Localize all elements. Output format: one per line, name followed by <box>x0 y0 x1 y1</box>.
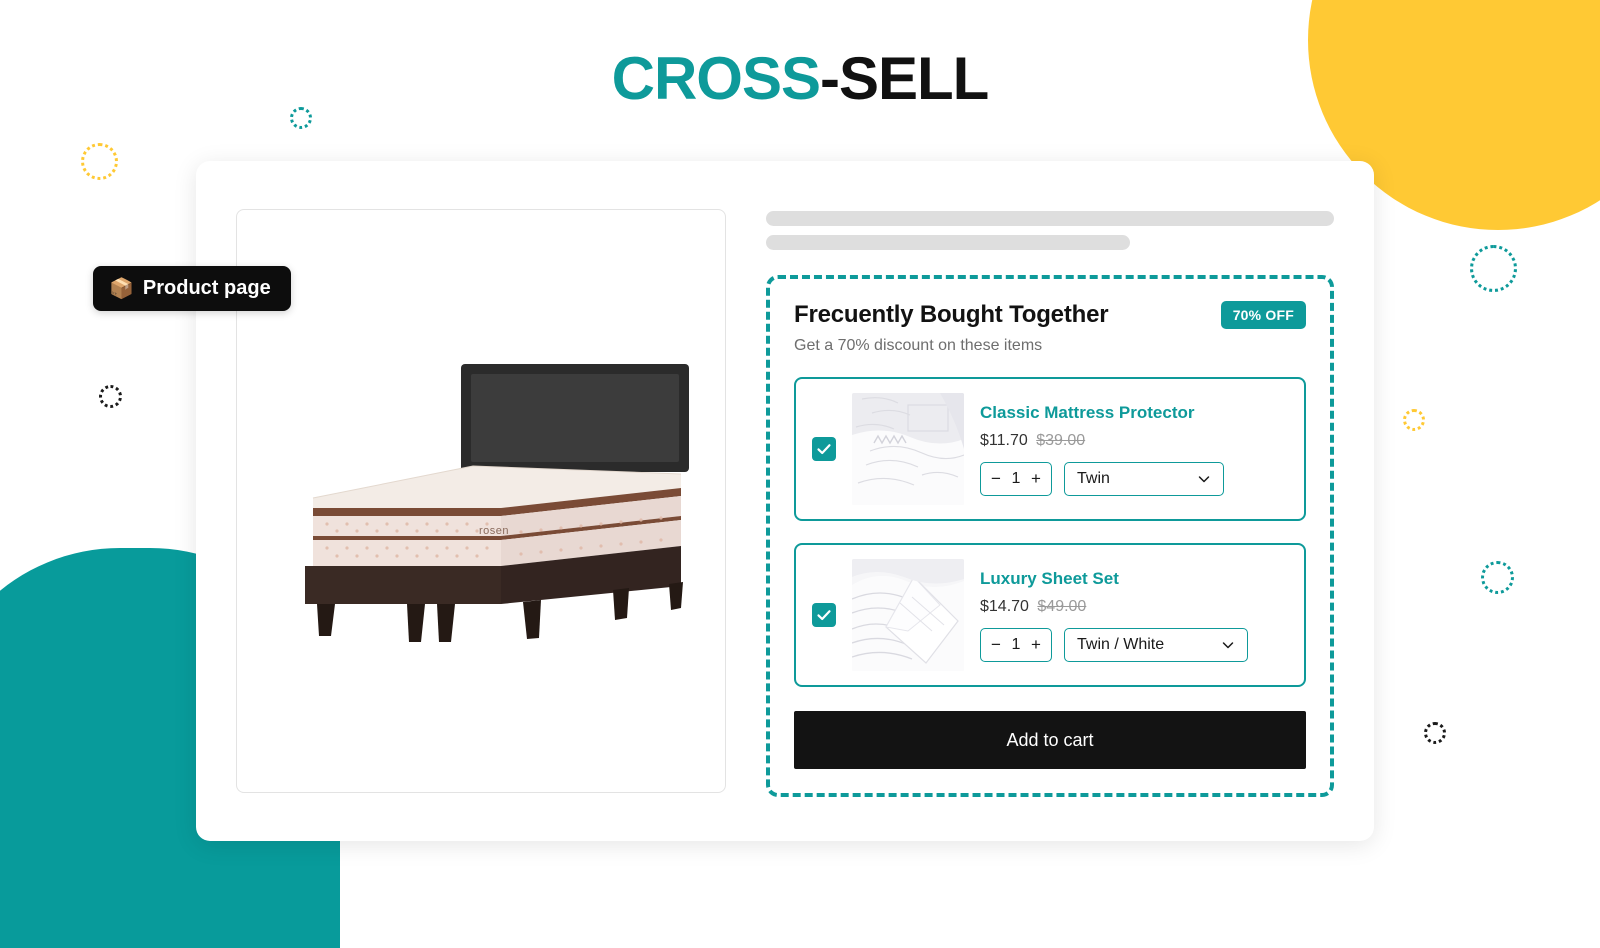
quantity-stepper[interactable]: − 1 + <box>980 461 1052 496</box>
product-thumbnail <box>852 559 964 671</box>
product-price-row: $14.70 $49.00 <box>980 598 1288 616</box>
package-icon: 📦 <box>109 277 134 300</box>
decorative-dotted-circle-dark-left <box>99 385 122 408</box>
decorative-dotted-circle-teal-right-upper <box>1470 245 1517 292</box>
product-info: Luxury Sheet Set $14.70 $49.00 − 1 + Twi… <box>980 569 1288 662</box>
bed-product-image: rosen <box>305 364 689 642</box>
check-icon <box>817 610 831 621</box>
quantity-increment-button[interactable]: + <box>1025 630 1047 660</box>
product-price: $14.70 <box>980 597 1029 615</box>
product-info: Classic Mattress Protector $11.70 $39.00… <box>980 403 1288 496</box>
product-details-column: Frecuently Bought Together Get a 70% dis… <box>766 209 1334 797</box>
page-title-accent: CROSS <box>611 45 821 112</box>
decorative-dotted-circle-teal-right-lower <box>1481 561 1514 594</box>
chevron-down-icon <box>1198 475 1210 482</box>
frequently-bought-together-box: Frecuently Bought Together Get a 70% dis… <box>766 275 1334 797</box>
product-compare-price: $39.00 <box>1036 431 1086 449</box>
product-thumbnail <box>852 393 964 505</box>
fbt-header: Frecuently Bought Together Get a 70% dis… <box>794 301 1306 355</box>
variant-select[interactable]: Twin <box>1064 461 1224 496</box>
product-checkbox[interactable] <box>812 437 836 461</box>
product-controls: − 1 + Twin / White <box>980 627 1288 662</box>
product-gallery[interactable]: rosen <box>236 209 726 793</box>
fbt-product-row[interactable]: Luxury Sheet Set $14.70 $49.00 − 1 + Twi… <box>794 543 1306 687</box>
fbt-heading: Frecuently Bought Together <box>794 301 1109 328</box>
fbt-product-row[interactable]: Classic Mattress Protector $11.70 $39.00… <box>794 377 1306 521</box>
skeleton-bar-title <box>766 211 1334 226</box>
quantity-decrement-button[interactable]: − <box>985 464 1007 494</box>
quantity-decrement-button[interactable]: − <box>985 630 1007 660</box>
product-controls: − 1 + Twin <box>980 461 1288 496</box>
quantity-stepper[interactable]: − 1 + <box>980 627 1052 662</box>
quantity-value: 1 <box>1011 635 1021 653</box>
page-title: CROSS-SELL <box>0 44 1600 113</box>
variant-select[interactable]: Twin / White <box>1064 627 1248 662</box>
variant-select-value: Twin <box>1077 469 1110 487</box>
product-checkbox[interactable] <box>812 603 836 627</box>
product-name[interactable]: Luxury Sheet Set <box>980 569 1288 589</box>
mattress-protector-image <box>852 393 964 505</box>
decorative-dotted-circle-dark-bottomright <box>1424 722 1446 744</box>
page-title-rest: -SELL <box>820 45 989 112</box>
check-icon <box>817 444 831 455</box>
product-page-badge: 📦 Product page <box>93 266 291 311</box>
decorative-dotted-circle-yellow-topleft <box>81 143 118 180</box>
discount-badge: 70% OFF <box>1220 301 1306 329</box>
skeleton-bar-subtitle <box>766 235 1130 250</box>
fbt-subheading: Get a 70% discount on these items <box>794 337 1043 354</box>
quantity-value: 1 <box>1011 469 1021 487</box>
sheet-set-image <box>852 559 964 671</box>
product-compare-price: $49.00 <box>1037 597 1087 615</box>
chevron-down-icon <box>1222 641 1234 648</box>
variant-select-value: Twin / White <box>1077 635 1165 653</box>
svg-text:rosen: rosen <box>479 525 509 537</box>
product-name[interactable]: Classic Mattress Protector <box>980 403 1288 423</box>
product-price: $11.70 <box>980 431 1028 449</box>
add-to-cart-button[interactable]: Add to cart <box>794 711 1306 769</box>
quantity-increment-button[interactable]: + <box>1025 464 1047 494</box>
product-price-row: $11.70 $39.00 <box>980 432 1288 450</box>
decorative-dotted-circle-yellow-right <box>1403 409 1425 431</box>
product-page-card: rosen Frecuently Bought Together Get a 7… <box>196 161 1374 841</box>
title-skeleton-group <box>766 211 1334 250</box>
product-page-badge-label: Product page <box>142 277 271 299</box>
